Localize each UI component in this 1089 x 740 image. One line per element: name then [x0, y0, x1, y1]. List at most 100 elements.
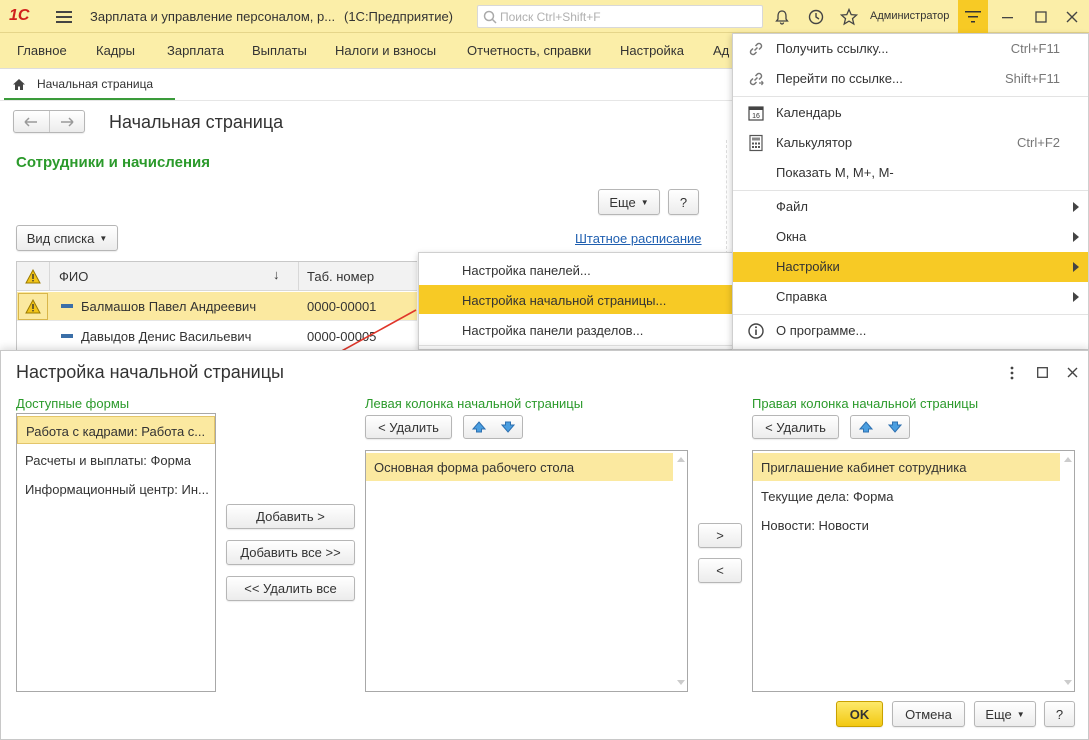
menu-item-panels-settings[interactable]: Настройка панелей...	[419, 255, 733, 284]
warning-icon	[25, 269, 41, 284]
move-up-icon[interactable]	[851, 416, 880, 438]
app-title: Зарплата и управление персоналом, р...	[90, 9, 336, 24]
menu-item-windows[interactable]: Окна	[733, 222, 1088, 252]
section-main[interactable]: Главное	[17, 43, 67, 58]
list-item[interactable]: Новости: Новости	[753, 511, 1060, 539]
list-item[interactable]: Работа с кадрами: Работа с...	[17, 416, 215, 444]
column-fio[interactable]: ФИО	[59, 269, 88, 284]
dialog-close-icon[interactable]	[1067, 367, 1078, 378]
right-remove-button[interactable]: < Удалить	[752, 415, 839, 439]
scroll-down-icon[interactable]	[677, 680, 685, 685]
dialog-more-button[interactable]: Еще ▼	[974, 701, 1036, 727]
move-up-icon[interactable]	[464, 416, 493, 438]
staff-schedule-link[interactable]: Штатное расписание	[575, 231, 702, 246]
scroll-down-icon[interactable]	[1064, 680, 1072, 685]
dropdown-arrow-icon: ▼	[99, 233, 108, 243]
column-tab-number[interactable]: Таб. номер	[307, 269, 374, 284]
close-icon[interactable]	[1060, 5, 1084, 29]
dropdown-arrow-icon: ▼	[640, 197, 649, 207]
bell-icon[interactable]	[770, 5, 794, 29]
add-all-button[interactable]: Добавить все >>	[226, 540, 355, 565]
warning-icon	[25, 299, 41, 314]
left-column-list[interactable]: Основная форма рабочего стола	[365, 450, 688, 692]
menu-item-goto-link[interactable]: Перейти по ссылке... Shift+F11	[733, 64, 1088, 94]
submenu-arrow-icon	[1073, 262, 1079, 272]
ok-button[interactable]: OK	[836, 701, 883, 727]
scroll-up-icon[interactable]	[1064, 457, 1072, 462]
nav-buttons	[13, 110, 85, 133]
table-row[interactable]: Балмашов Павел Андреевич 0000-00001	[17, 292, 417, 321]
user-name[interactable]: Администратор	[870, 10, 949, 22]
calculator-icon	[749, 134, 763, 152]
dialog-maximize-icon[interactable]	[1037, 367, 1048, 378]
move-right-button[interactable]: >	[698, 523, 742, 548]
right-column-label: Правая колонка начальной страницы	[752, 396, 979, 411]
forward-arrow-icon[interactable]	[50, 111, 85, 132]
goto-link-icon	[749, 72, 764, 86]
table-row[interactable]: Давыдов Денис Васильевич 0000-00005	[17, 322, 417, 351]
menu-item-home-page-settings[interactable]: Настройка начальной страницы...	[419, 285, 733, 314]
menu-item-about[interactable]: О программе...	[733, 316, 1088, 346]
sort-arrow-icon: ↓	[273, 267, 280, 282]
more-button[interactable]: Еще ▼	[598, 189, 660, 215]
section-salary[interactable]: Зарплата	[167, 43, 224, 58]
menu-item-memory[interactable]: Показать М, М+, М-	[733, 158, 1088, 188]
menu-item-help[interactable]: Справка	[733, 282, 1088, 312]
minimize-icon[interactable]	[996, 5, 1020, 29]
move-down-icon[interactable]	[493, 416, 522, 438]
right-column-list[interactable]: Приглашение кабинет сотрудника Текущие д…	[752, 450, 1075, 692]
list-item[interactable]: Расчеты и выплаты: Форма	[17, 446, 215, 474]
info-icon	[748, 323, 764, 339]
menu-item-get-link[interactable]: Получить ссылку... Ctrl+F11	[733, 34, 1088, 64]
row-tab-number: 0000-00001	[307, 299, 377, 314]
list-item[interactable]: Основная форма рабочего стола	[366, 453, 673, 481]
remove-all-button[interactable]: << Удалить все	[226, 576, 355, 601]
page-title: Начальная страница	[109, 112, 284, 132]
back-arrow-icon[interactable]	[14, 111, 50, 132]
dialog-title: Настройка начальной страницы	[16, 362, 284, 382]
menu-item-file[interactable]: Файл	[733, 192, 1088, 222]
view-list-button[interactable]: Вид списка ▼	[16, 225, 118, 251]
section-personnel[interactable]: Кадры	[96, 43, 135, 58]
section-payments[interactable]: Выплаты	[252, 43, 307, 58]
tab-home[interactable]: Начальная страница	[4, 72, 175, 100]
section-settings[interactable]: Настройка	[620, 43, 684, 58]
history-icon[interactable]	[804, 5, 828, 29]
help-button[interactable]: ?	[668, 189, 699, 215]
title-bar: 1С Зарплата и управление персоналом, р..…	[0, 0, 1089, 33]
add-button[interactable]: Добавить >	[226, 504, 355, 529]
section-taxes[interactable]: Налоги и взносы	[335, 43, 436, 58]
maximize-icon[interactable]	[1029, 5, 1053, 29]
dropdown-arrow-icon: ▼	[1016, 709, 1025, 719]
available-forms-label: Доступные формы	[16, 396, 130, 411]
list-item[interactable]: Информационный центр: Ин...	[17, 475, 215, 503]
left-column-label: Левая колонка начальной страницы	[365, 396, 584, 411]
menu-item-sections-panel-settings[interactable]: Настройка панели разделов...	[419, 315, 733, 344]
right-move-buttons	[850, 415, 910, 439]
move-down-icon[interactable]	[880, 416, 909, 438]
menu-item-calendar[interactable]: 16 Календарь	[733, 98, 1088, 128]
search-input[interactable]: Поиск Ctrl+Shift+F	[477, 5, 763, 28]
dialog-help-button[interactable]: ?	[1044, 701, 1075, 727]
tab-home-label: Начальная страница	[37, 77, 154, 91]
available-forms-list[interactable]: Работа с кадрами: Работа с... Расчеты и …	[16, 413, 216, 692]
cancel-button[interactable]: Отмена	[892, 701, 965, 727]
menu-item-settings[interactable]: Настройки	[733, 252, 1088, 282]
main-menu: Получить ссылку... Ctrl+F11 Перейти по с…	[732, 33, 1089, 350]
section-admin[interactable]: Ад	[713, 43, 729, 58]
left-remove-button[interactable]: < Удалить	[365, 415, 452, 439]
row-fio: Давыдов Денис Васильевич	[81, 329, 252, 344]
scroll-up-icon[interactable]	[677, 457, 685, 462]
main-menu-button[interactable]	[958, 0, 988, 33]
list-item[interactable]: Приглашение кабинет сотрудника	[753, 453, 1060, 481]
list-item[interactable]: Текущие дела: Форма	[753, 482, 1060, 510]
submenu-arrow-icon	[1073, 202, 1079, 212]
menu-item-calculator[interactable]: Калькулятор Ctrl+F2	[733, 128, 1088, 158]
hamburger-menu-icon[interactable]	[52, 5, 76, 29]
dialog-more-icon[interactable]	[1009, 365, 1015, 381]
section-reports[interactable]: Отчетность, справки	[467, 43, 591, 58]
move-left-button[interactable]: <	[698, 558, 742, 583]
favorites-star-icon[interactable]	[837, 5, 861, 29]
row-tab-number: 0000-00005	[307, 329, 377, 344]
app-logo[interactable]: 1С	[9, 7, 29, 25]
